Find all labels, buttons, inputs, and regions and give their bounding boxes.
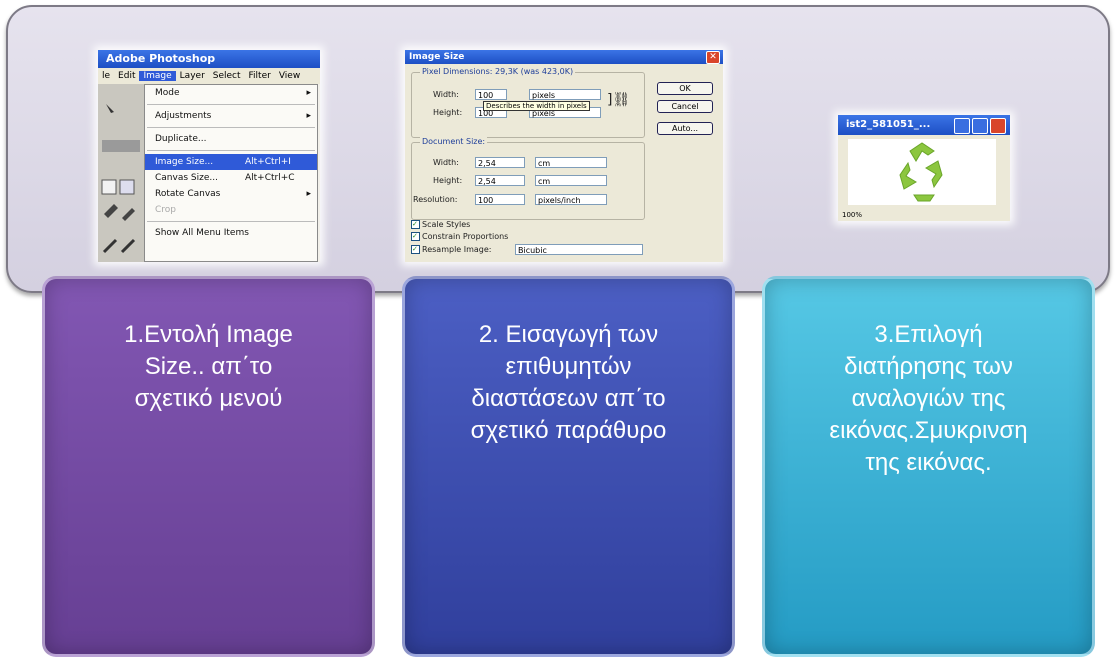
minimize-icon[interactable] — [954, 118, 970, 134]
menu-item-rotate-canvas[interactable]: Rotate Canvas ▸ — [145, 186, 317, 202]
width-input[interactable]: 100 — [475, 89, 507, 100]
maximize-icon[interactable] — [972, 118, 988, 134]
image-window-title: ist2_581051_... — [838, 115, 1010, 135]
resample-image-checkbox[interactable]: ✓ Resample Image: — [411, 245, 492, 254]
menubar-select[interactable]: Select — [209, 71, 245, 81]
doc-height-input[interactable]: 2,54 — [475, 175, 525, 186]
menu-item-canvas-size[interactable]: Canvas Size... Alt+Ctrl+C — [145, 170, 317, 186]
menu-item-image-size[interactable]: Image Size... Alt+Ctrl+I — [145, 154, 317, 170]
menubar-image[interactable]: Image — [139, 71, 176, 81]
step-1-box: 1.Εντολή Image Size.. απ΄το σχετικό μενο… — [42, 276, 375, 657]
resample-select[interactable]: Bicubic — [515, 244, 643, 255]
auto-button[interactable]: Auto... — [657, 122, 713, 135]
dialog-title: Image Size ✕ — [405, 50, 723, 64]
step-2-box: 2. Εισαγωγή των επιθυμητών διαστάσεων απ… — [402, 276, 735, 657]
menu-item-mode[interactable]: Mode ▸ — [145, 85, 317, 101]
image-canvas — [848, 139, 996, 205]
step-1-text: 1.Εντολή Image Size.. απ΄το σχετικό μενο… — [124, 321, 293, 412]
step-3-box: 3.Επιλογή διατήρησης των αναλογιών της ε… — [762, 276, 1095, 657]
submenu-arrow-icon: ▸ — [306, 88, 311, 98]
photoshop-toolbox — [98, 84, 144, 262]
menu-item-duplicate[interactable]: Duplicate... — [145, 131, 317, 147]
menubar-file[interactable]: le — [98, 71, 114, 81]
menubar-edit[interactable]: Edit — [114, 71, 139, 81]
constrain-proportions-checkbox[interactable]: ✓ Constrain Proportions — [411, 232, 508, 241]
doc-width-input[interactable]: 2,54 — [475, 157, 525, 168]
width-tooltip: Describes the width in pixels — [483, 101, 590, 111]
image-menu-dropdown: Mode ▸ Adjustments ▸ Duplicate... Image Si… — [144, 84, 318, 262]
cancel-button[interactable]: Cancel — [657, 100, 713, 113]
menubar-layer[interactable]: Layer — [176, 71, 209, 81]
menu-item-crop: Crop — [155, 205, 177, 215]
photoshop-title: Adobe Photoshop — [98, 50, 320, 68]
resolution-input[interactable]: 100 — [475, 194, 525, 205]
zoom-status: 100% — [838, 209, 1010, 221]
step-3-text: 3.Επιλογή διατήρησης των αναλογιών της ε… — [829, 321, 1028, 476]
close-icon[interactable] — [990, 118, 1006, 134]
menu-item-adjustments[interactable]: Adjustments ▸ — [145, 108, 317, 124]
scale-styles-checkbox[interactable]: ✓ Scale Styles — [411, 220, 470, 229]
recycle-icon — [899, 142, 943, 202]
menubar-view[interactable]: View — [275, 71, 304, 81]
close-icon[interactable]: ✕ — [706, 51, 720, 64]
width-unit-select[interactable]: pixels — [529, 89, 601, 100]
menubar-filter[interactable]: Filter — [245, 71, 275, 81]
image-window-screenshot: ist2_581051_... 100% — [838, 115, 1010, 221]
image-size-dialog-screenshot: Image Size ✕ Pixel Dimensions: 29,3K (was… — [405, 50, 723, 262]
resolution-unit-select[interactable]: pixels/inch — [535, 194, 607, 205]
submenu-arrow-icon: ▸ — [306, 111, 311, 121]
doc-width-unit-select[interactable]: cm — [535, 157, 607, 168]
ok-button[interactable]: OK — [657, 82, 713, 95]
tool-icons — [101, 104, 140, 254]
photoshop-menu-screenshot: Adobe Photoshop le Edit Image Layer Select Fi… — [98, 50, 320, 262]
submenu-arrow-icon: ▸ — [306, 189, 311, 199]
step-2-text: 2. Εισαγωγή των επιθυμητών διαστάσεων απ… — [470, 321, 667, 444]
link-chain-icon: ]⛓ — [607, 92, 631, 108]
photoshop-menubar: le Edit Image Layer Select Filter View — [98, 68, 320, 84]
doc-height-unit-select[interactable]: cm — [535, 175, 607, 186]
menu-item-show-all[interactable]: Show All Menu Items — [145, 225, 317, 241]
